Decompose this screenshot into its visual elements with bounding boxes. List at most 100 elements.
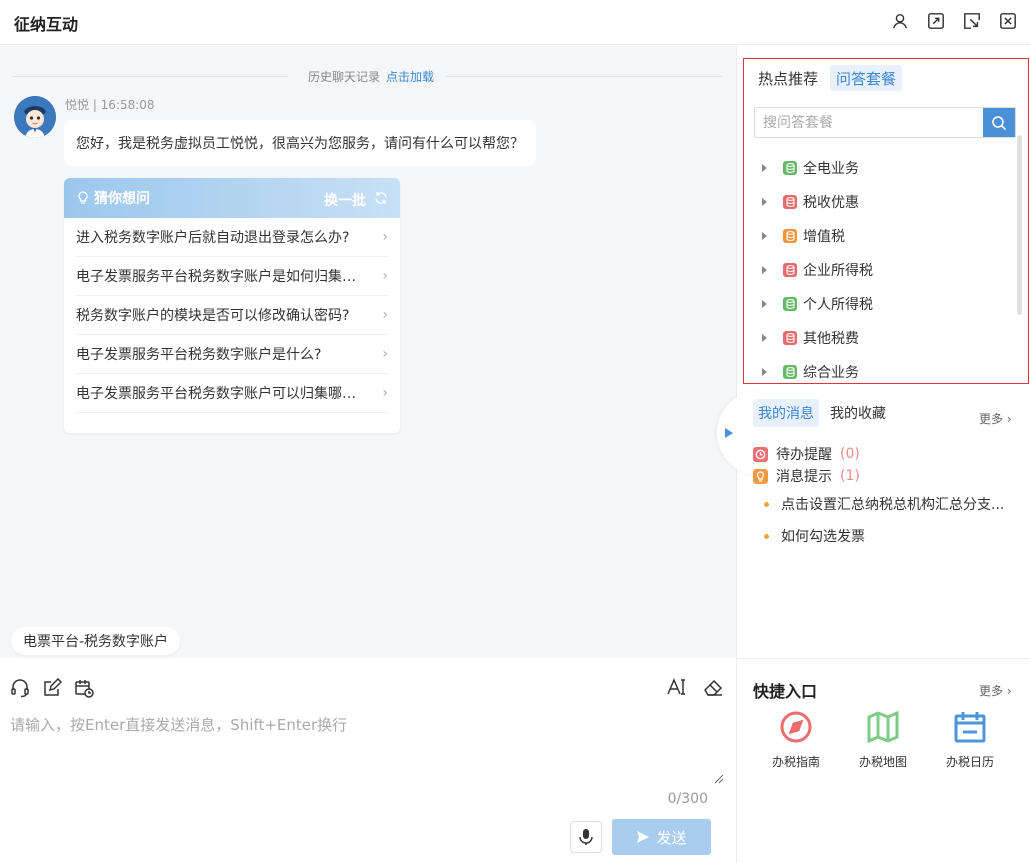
expand-arrow-icon[interactable] — [762, 232, 767, 240]
todo-reminder[interactable]: 待办提醒 (0) — [753, 444, 860, 464]
chat-area[interactable]: 历史聊天记录 点击加载 悦悦 | 16:58:08 您好，我是税务虚拟员工悦悦，… — [0, 46, 736, 658]
suggested-question-item[interactable]: 电子发票服务平台税务数字账户是什么? › — [76, 335, 388, 374]
message-meta: 悦悦 | 16:58:08 — [65, 98, 155, 112]
chevron-right-icon: › — [382, 346, 388, 362]
right-panel: 热点推荐 问答套餐 全电业务税收优惠增值税企业所得税个人所得税其他税费综合业务 … — [717, 46, 1030, 863]
qa-category-item[interactable]: 综合业务 — [762, 355, 873, 389]
minimize-to-corner-icon[interactable] — [962, 11, 982, 31]
quick-tax-calendar[interactable]: 办税日历 — [935, 709, 1005, 770]
suggested-questions-card: 猜你想问 换一批 进入税务数字账户后就自动退出登录怎么办? › 电子发票服务平台税… — [64, 178, 400, 433]
database-icon — [783, 161, 797, 175]
refresh-icon[interactable] — [374, 191, 388, 205]
headset-icon[interactable] — [10, 678, 30, 698]
qa-category-label: 个人所得税 — [803, 297, 873, 313]
tab-hot-recommend[interactable]: 热点推荐 — [752, 65, 824, 91]
swap-batch-button[interactable]: 换一批 — [324, 190, 366, 210]
suggested-question-item[interactable]: 电子发票服务平台税务数字账户可以归集哪些... › — [76, 374, 388, 413]
input-toolbar — [10, 678, 94, 698]
qa-category-tree: 全电业务税收优惠增值税企业所得税个人所得税其他税费综合业务 — [762, 151, 873, 389]
bullet-dot — [764, 533, 769, 539]
suggested-questions-header: 猜你想问 换一批 — [64, 178, 400, 218]
history-divider: 历史聊天记录 点击加载 — [0, 66, 736, 86]
database-icon — [783, 331, 797, 345]
qa-category-item[interactable]: 企业所得税 — [762, 253, 873, 287]
caret-right-icon — [725, 428, 733, 438]
database-icon — [783, 297, 797, 311]
quick-tax-guide[interactable]: 办税指南 — [761, 709, 831, 770]
search-icon — [992, 115, 1007, 130]
title-bar: 征纳互动 — [0, 0, 1030, 45]
send-button[interactable]: 发送 — [612, 819, 711, 855]
qa-package-panel: 热点推荐 问答套餐 全电业务税收优惠增值税企业所得税个人所得税其他税费综合业务 — [743, 58, 1029, 384]
map-icon — [867, 710, 899, 744]
maximize-icon[interactable] — [926, 11, 946, 31]
microphone-icon — [579, 829, 593, 845]
suggested-question-item[interactable]: 电子发票服务平台税务数字账户是如何归集发... › — [76, 257, 388, 296]
load-history-link[interactable]: 点击加载 — [386, 68, 434, 85]
expand-arrow-icon[interactable] — [762, 266, 767, 274]
voice-input-button[interactable] — [570, 821, 602, 853]
qa-category-label: 增值税 — [803, 229, 845, 245]
user-icon[interactable] — [890, 11, 910, 31]
char-counter: 0/300 — [667, 791, 708, 807]
bullet-dot — [764, 501, 769, 507]
calendar-icon — [954, 712, 986, 743]
database-icon — [783, 229, 797, 243]
qa-search-input[interactable] — [755, 108, 983, 137]
message-tip[interactable]: 消息提示 (1) — [753, 466, 860, 486]
expand-arrow-icon[interactable] — [762, 334, 767, 342]
qa-category-label: 综合业务 — [803, 365, 859, 381]
chevron-right-icon: › — [382, 307, 388, 323]
suggested-questions-list: 进入税务数字账户后就自动退出登录怎么办? › 电子发票服务平台税务数字账户是如何归… — [64, 218, 400, 413]
qa-category-label: 全电业务 — [803, 161, 859, 177]
divider — [737, 658, 1030, 659]
send-icon — [637, 831, 650, 843]
assistant-avatar — [14, 96, 56, 138]
database-icon — [783, 263, 797, 277]
edit-icon[interactable] — [42, 678, 62, 698]
history-label: 历史聊天记录 — [307, 69, 380, 84]
message-input[interactable] — [10, 714, 724, 784]
qa-category-label: 税收优惠 — [803, 195, 859, 211]
tab-qa-package[interactable]: 问答套餐 — [830, 65, 903, 91]
suggested-questions-title: 猜你想问 — [94, 191, 150, 207]
qa-category-item[interactable]: 个人所得税 — [762, 287, 873, 321]
message-tabs: 我的消息 我的收藏 — [753, 399, 891, 427]
suggested-question-item[interactable]: 进入税务数字账户后就自动退出登录怎么办? › — [76, 218, 388, 257]
suggested-question-item[interactable]: 税务数字账户的模块是否可以修改确认密码? › — [76, 296, 388, 335]
tab-my-favorites[interactable]: 我的收藏 — [825, 399, 891, 427]
tab-my-messages[interactable]: 我的消息 — [753, 399, 819, 427]
window-title: 征纳互动 — [14, 15, 79, 34]
font-size-icon[interactable] — [666, 676, 688, 698]
window-controls — [890, 11, 1018, 31]
compass-icon — [780, 711, 812, 743]
quick-tax-map[interactable]: 办税地图 — [848, 709, 918, 770]
expand-arrow-icon[interactable] — [762, 164, 767, 172]
resize-grip-icon[interactable] — [714, 774, 724, 784]
bulb-icon — [753, 468, 768, 484]
expand-arrow-icon[interactable] — [762, 198, 767, 206]
chevron-right-icon: › — [382, 268, 388, 284]
database-icon — [783, 365, 797, 379]
quick-more-link[interactable]: 更多 › — [979, 682, 1012, 699]
qa-scrollbar[interactable] — [1017, 135, 1022, 315]
message-item[interactable]: 点击设置汇总纳税总机构汇总分支... — [764, 494, 1004, 514]
clock-icon — [753, 446, 768, 462]
qa-search-button[interactable] — [983, 108, 1015, 137]
assistant-message-bubble: 您好，我是税务虚拟员工悦悦，很高兴为您服务，请问有什么可以帮您？ — [64, 120, 536, 166]
qa-category-item[interactable]: 全电业务 — [762, 151, 873, 185]
messages-more-link[interactable]: 更多 › — [979, 410, 1012, 427]
expand-arrow-icon[interactable] — [762, 368, 767, 376]
eraser-icon[interactable] — [702, 676, 724, 698]
qa-category-item[interactable]: 增值税 — [762, 219, 873, 253]
qa-category-item[interactable]: 其他税费 — [762, 321, 873, 355]
qa-category-label: 企业所得税 — [803, 263, 873, 279]
topic-chip[interactable]: 电票平台-税务数字账户 — [11, 627, 181, 655]
chevron-right-icon: › — [382, 385, 388, 401]
expand-arrow-icon[interactable] — [762, 300, 767, 308]
close-icon[interactable] — [998, 11, 1018, 31]
qa-category-item[interactable]: 税收优惠 — [762, 185, 873, 219]
message-item[interactable]: 如何勾选发票 — [764, 526, 865, 546]
calendar-clock-icon[interactable] — [74, 678, 94, 698]
chevron-right-icon: › — [382, 229, 388, 245]
